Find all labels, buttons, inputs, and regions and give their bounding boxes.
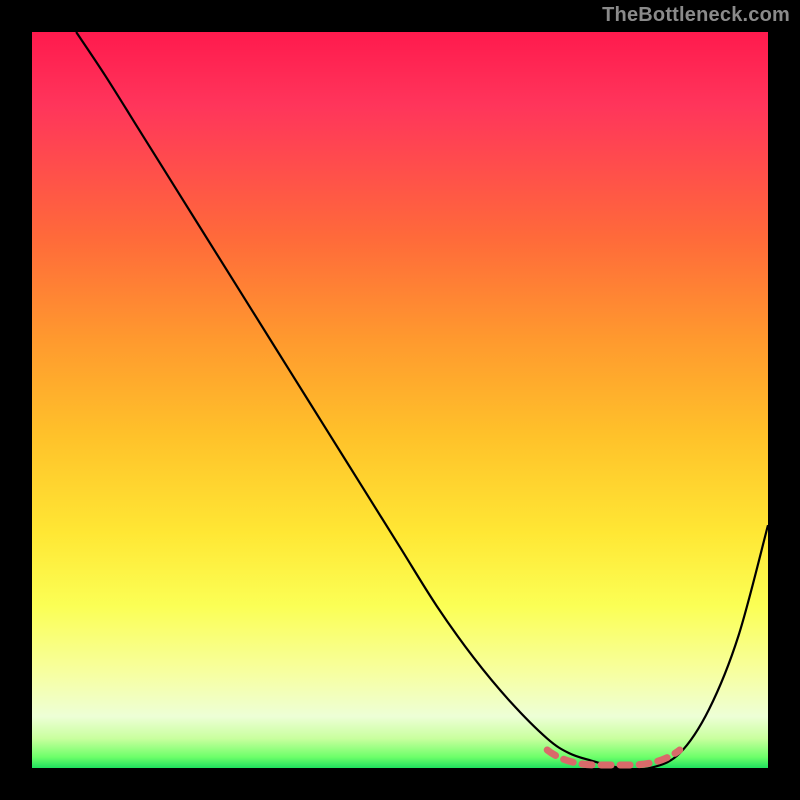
chart-svg — [32, 32, 768, 768]
bottleneck-curve — [76, 32, 768, 769]
watermark-text: TheBottleneck.com — [602, 4, 790, 27]
chart-frame: TheBottleneck.com — [0, 0, 800, 800]
plot-area — [32, 32, 768, 768]
